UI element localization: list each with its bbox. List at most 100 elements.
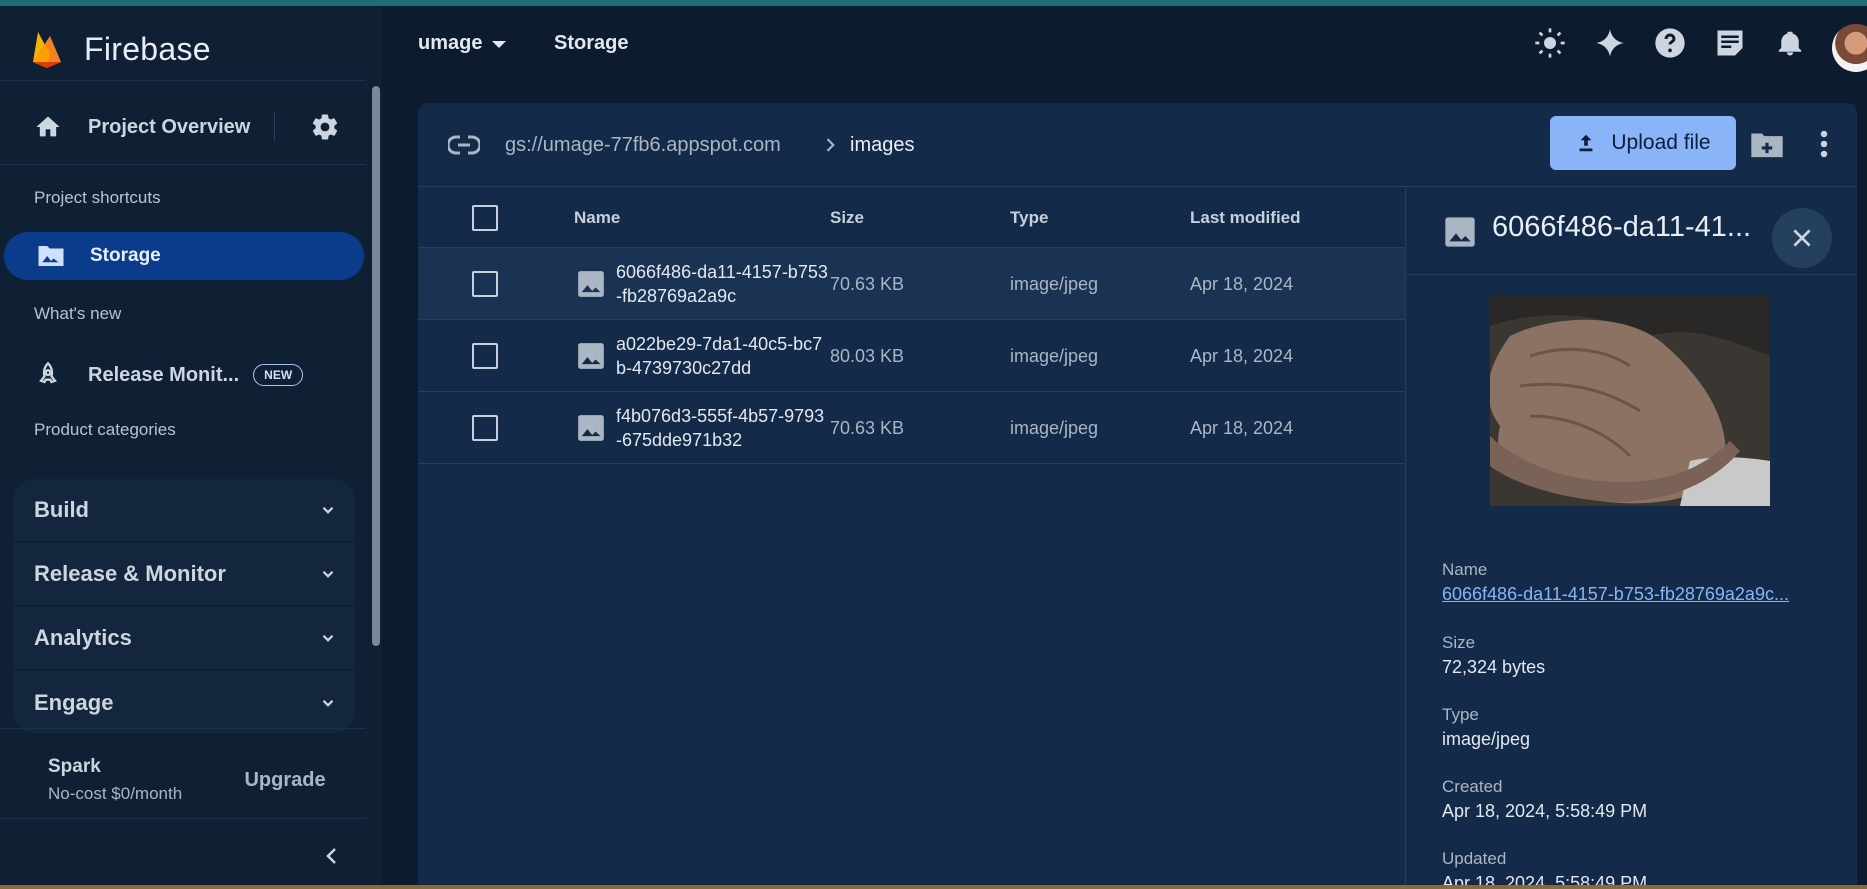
file-details-panel: 6066f486-da11-41... Name 6066f486-da11-4… xyxy=(1406,188,1857,889)
product-categories-list: Build Release & Monitor Analytics Engage xyxy=(13,479,355,733)
category-release-monitor[interactable]: Release & Monitor xyxy=(13,543,355,607)
plan-section: Spark No-cost $0/month Upgrade xyxy=(0,736,366,826)
sparkle-icon xyxy=(1596,29,1624,57)
col-last-modified[interactable]: Last modified xyxy=(1190,208,1301,228)
project-shortcuts-label: Project shortcuts xyxy=(34,188,161,207)
detail-updated: Updated Apr 18, 2024, 5:58:49 PM xyxy=(1442,849,1647,889)
collapse-sidebar-icon[interactable] xyxy=(320,844,344,868)
col-name[interactable]: Name xyxy=(574,208,620,228)
file-type: image/jpeg xyxy=(1010,274,1099,294)
details-title: 6066f486-da11-41... xyxy=(1492,211,1752,243)
close-icon xyxy=(1793,229,1811,247)
brand[interactable]: Firebase xyxy=(30,20,211,78)
project-name: umage xyxy=(418,32,483,54)
image-icon xyxy=(578,415,604,441)
detail-label: Created xyxy=(1442,777,1503,796)
chevron-right-icon xyxy=(826,138,835,152)
row-checkbox[interactable] xyxy=(472,343,498,369)
avatar[interactable] xyxy=(1832,24,1867,72)
plan-name: Spark xyxy=(48,756,101,777)
create-folder-icon[interactable] xyxy=(1750,129,1784,159)
col-type[interactable]: Type xyxy=(1010,208,1048,228)
help-icon xyxy=(1655,28,1685,58)
whats-new-label: What's new xyxy=(34,304,122,323)
link-icon[interactable] xyxy=(448,131,480,159)
file-name[interactable]: a022be29-7da1-40c5-bc7b-4739730c27dd xyxy=(616,332,828,380)
detail-value: image/jpeg xyxy=(1442,729,1531,749)
file-modified: Apr 18, 2024 xyxy=(1190,346,1294,366)
table-row[interactable]: f4b076d3-555f-4b57-9793-675dde971b32 70.… xyxy=(418,392,1405,464)
theme-toggle-button[interactable] xyxy=(1532,25,1568,61)
file-table: Name Size Type Last modified 6066f486-da… xyxy=(418,188,1405,464)
row-checkbox[interactable] xyxy=(472,415,498,441)
upgrade-button[interactable]: Upgrade xyxy=(230,758,340,802)
project-selector[interactable]: umage xyxy=(418,32,507,55)
divider xyxy=(0,80,366,81)
file-size: 70.63 KB xyxy=(830,418,905,438)
bell-icon xyxy=(1778,31,1802,56)
notifications-button[interactable] xyxy=(1772,25,1808,61)
detail-created: Created Apr 18, 2024, 5:58:49 PM xyxy=(1442,777,1647,822)
gemini-button[interactable] xyxy=(1592,25,1628,61)
chevron-down-icon xyxy=(322,570,334,578)
detail-label: Updated xyxy=(1442,849,1507,868)
sidebar-item-label: Storage xyxy=(90,245,161,266)
file-download-link[interactable]: 6066f486-da11-4157-b753-fb28769a2a9c... xyxy=(1442,584,1822,605)
category-engage[interactable]: Engage xyxy=(13,671,355,733)
detail-name: Name 6066f486-da11-4157-b753-fb28769a2a9… xyxy=(1442,560,1822,605)
file-type: image/jpeg xyxy=(1010,346,1099,366)
image-icon xyxy=(578,343,604,369)
chevron-down-icon xyxy=(322,634,334,642)
category-label: Engage xyxy=(34,690,114,715)
sidebar-item-release-monitor[interactable]: Release Monit... NEW xyxy=(0,351,366,399)
breadcrumb: Storage xyxy=(554,32,629,54)
upload-icon xyxy=(1579,134,1593,152)
table-row[interactable]: 6066f486-da11-4157-b753-fb28769a2a9c 70.… xyxy=(418,248,1405,320)
category-analytics[interactable]: Analytics xyxy=(13,607,355,671)
rocket-icon xyxy=(39,361,57,384)
file-size: 80.03 KB xyxy=(830,346,905,366)
table-header: Name Size Type Last modified xyxy=(418,188,1405,248)
upload-label: Upload file xyxy=(1611,131,1711,154)
detail-label: Name xyxy=(1442,560,1488,579)
row-checkbox[interactable] xyxy=(472,271,498,297)
category-label: Release & Monitor xyxy=(34,561,226,586)
detail-label: Size xyxy=(1442,633,1476,652)
select-all-checkbox[interactable] xyxy=(472,205,498,231)
chevron-down-icon xyxy=(322,506,334,514)
image-preview[interactable] xyxy=(1490,296,1770,506)
product-categories-label: Product categories xyxy=(34,420,176,439)
details-header: 6066f486-da11-41... xyxy=(1406,188,1857,275)
category-build[interactable]: Build xyxy=(13,479,355,543)
close-details-button[interactable] xyxy=(1772,208,1832,268)
bucket-path[interactable]: gs://umage-77fb6.appspot.com xyxy=(505,134,781,157)
current-folder: images xyxy=(850,134,915,156)
app-name: Firebase xyxy=(84,30,211,67)
new-badge: NEW xyxy=(253,364,304,386)
sidebar-scrollbar[interactable] xyxy=(372,86,380,646)
path-bar: gs://umage-77fb6.appspot.com images Uplo… xyxy=(418,103,1857,187)
file-name[interactable]: 6066f486-da11-4157-b753-fb28769a2a9c xyxy=(616,260,828,308)
top-bar: umage Storage xyxy=(382,6,1867,80)
file-type: image/jpeg xyxy=(1010,418,1099,438)
feedback-button[interactable] xyxy=(1712,25,1748,61)
divider xyxy=(0,164,366,165)
sidebar-item-label: Release Monit... xyxy=(88,363,240,386)
window-bottom-border xyxy=(0,885,1867,889)
col-size[interactable]: Size xyxy=(830,208,864,228)
sidebar-item-storage[interactable]: Storage xyxy=(4,232,364,280)
home-icon xyxy=(36,116,60,137)
feedback-icon xyxy=(1717,30,1743,56)
chevron-down-icon xyxy=(322,699,334,707)
divider xyxy=(0,728,366,729)
more-vert-icon[interactable] xyxy=(1818,129,1830,159)
help-button[interactable] xyxy=(1652,25,1688,61)
upload-file-button[interactable]: Upload file xyxy=(1550,116,1736,170)
project-overview-item[interactable]: Project Overview xyxy=(0,98,366,156)
file-size: 70.63 KB xyxy=(830,274,905,294)
gear-icon[interactable] xyxy=(310,112,340,142)
detail-label: Type xyxy=(1442,705,1479,724)
table-row[interactable]: a022be29-7da1-40c5-bc7b-4739730c27dd 80.… xyxy=(418,320,1405,392)
sidebar: Firebase Project Overview Project shortc… xyxy=(0,6,382,885)
file-name[interactable]: f4b076d3-555f-4b57-9793-675dde971b32 xyxy=(616,404,828,452)
